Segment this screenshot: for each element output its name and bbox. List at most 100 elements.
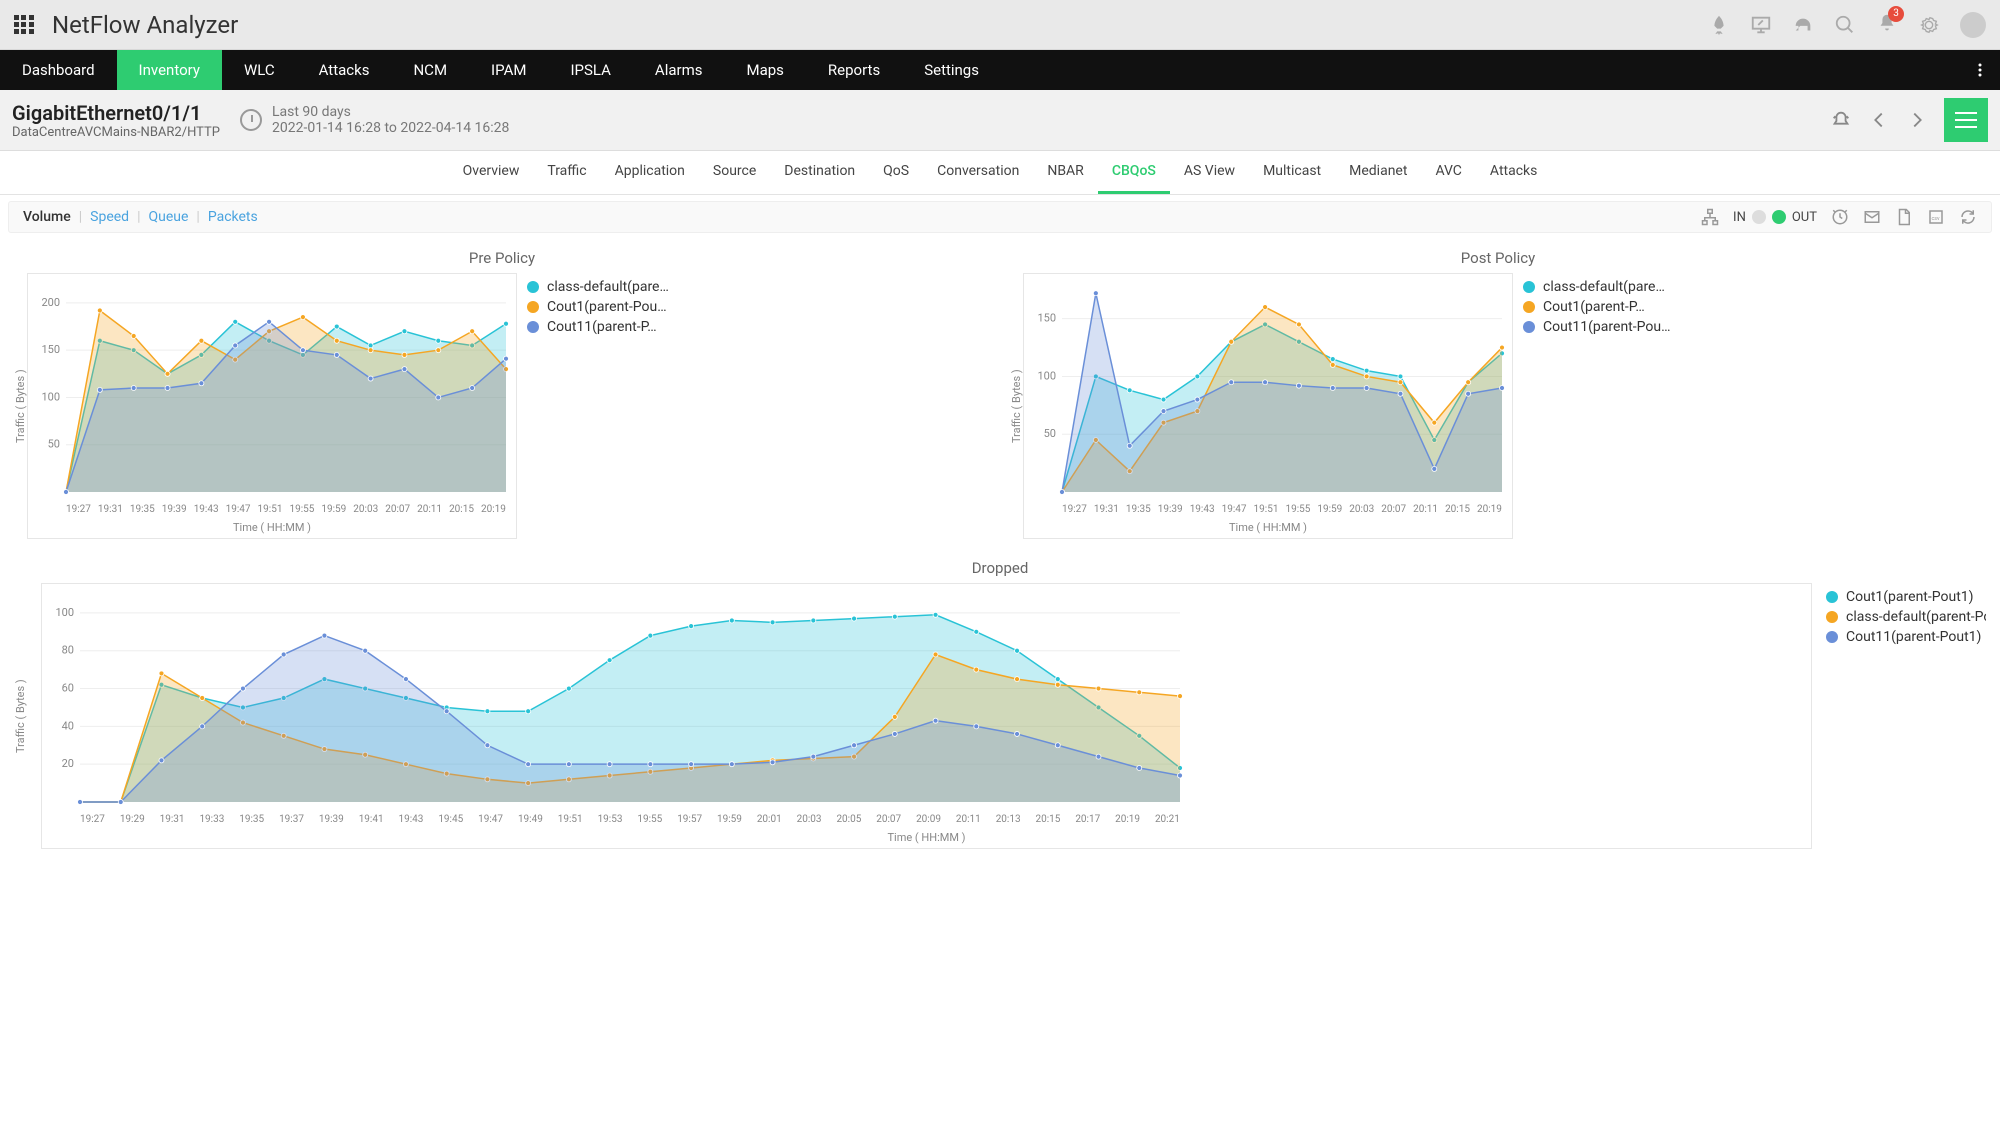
dropped-legend: Cout1(parent-Pout1) class-default(parent-…: [1826, 583, 1986, 849]
schedule-icon[interactable]: [1831, 208, 1849, 226]
post-policy-chart: Post Policy Traffic ( Bytes ) 50100150 1…: [1010, 249, 1986, 539]
out-indicator: [1772, 210, 1786, 224]
filter-bar: Volume | Speed | Queue | Packets IN OUT …: [8, 201, 1992, 233]
chart-title: Dropped: [14, 559, 1986, 577]
gear-icon[interactable]: [1918, 14, 1940, 36]
post-policy-legend: class-default(pare… Cout1(parent-P… Cout11…: [1523, 273, 1670, 539]
nav-wlc[interactable]: WLC: [222, 50, 297, 90]
presentation-icon[interactable]: [1750, 14, 1772, 36]
legend-label: Cout1(parent-Pou…: [547, 299, 667, 315]
tab-qos[interactable]: QoS: [869, 151, 923, 194]
alert-icon[interactable]: [1830, 109, 1852, 131]
svg-text:40: 40: [62, 719, 74, 732]
tab-nbar[interactable]: NBAR: [1033, 151, 1097, 194]
user-avatar[interactable]: [1960, 12, 1986, 38]
in-indicator: [1752, 210, 1766, 224]
nav-reports[interactable]: Reports: [806, 50, 902, 90]
detail-tabs: OverviewTrafficApplicationSourceDestinat…: [0, 151, 2000, 195]
legend-item[interactable]: Cout11(parent-Pout1): [1826, 629, 1986, 645]
tab-traffic[interactable]: Traffic: [533, 151, 600, 194]
headset-icon[interactable]: [1792, 14, 1814, 36]
tab-conversation[interactable]: Conversation: [923, 151, 1033, 194]
overflow-menu-icon[interactable]: [1960, 50, 2000, 90]
legend-label: class-default(parent-Pout1): [1846, 609, 1986, 625]
tab-overview[interactable]: Overview: [449, 151, 534, 194]
legend-item[interactable]: Cout1(parent-Pout1): [1826, 589, 1986, 605]
svg-text:100: 100: [1037, 369, 1056, 382]
time-range-label[interactable]: Last 90 days: [272, 104, 509, 120]
tab-source[interactable]: Source: [699, 151, 770, 194]
pre-policy-chart: Pre Policy Traffic ( Bytes ) 50 100 150 200…: [14, 249, 990, 539]
legend-item[interactable]: Cout1(parent-P…: [1523, 299, 1670, 315]
legend-item[interactable]: class-default(parent-Pout1): [1826, 609, 1986, 625]
svg-text:200: 200: [41, 296, 60, 309]
legend-item[interactable]: Cout1(parent-Pou…: [527, 299, 669, 315]
refresh-icon[interactable]: [1959, 208, 1977, 226]
tab-medianet[interactable]: Medianet: [1335, 151, 1421, 194]
app-title: NetFlow Analyzer: [52, 11, 238, 39]
interface-path: DataCentreAVCMains-NBAR2/HTTP: [12, 125, 220, 140]
nav-ipsla[interactable]: IPSLA: [548, 50, 632, 90]
hierarchy-icon[interactable]: [1701, 208, 1719, 226]
filter-packets[interactable]: Packets: [208, 209, 258, 225]
nav-alarms[interactable]: Alarms: [633, 50, 725, 90]
nav-attacks[interactable]: Attacks: [297, 50, 392, 90]
top-bar: NetFlow Analyzer 3: [0, 0, 2000, 50]
chart-title: Post Policy: [1010, 249, 1986, 267]
notifications-button[interactable]: 3: [1876, 12, 1898, 38]
legend-label: Cout1(parent-P…: [1543, 299, 1645, 315]
pre-policy-legend: class-default(pare… Cout1(parent-Pou… Cout…: [527, 273, 669, 539]
legend-item[interactable]: class-default(pare…: [1523, 279, 1670, 295]
direction-toggle[interactable]: IN OUT: [1733, 210, 1817, 225]
post-policy-plot[interactable]: 50100150: [1028, 278, 1508, 498]
svg-text:150: 150: [1037, 312, 1056, 325]
legend-label: class-default(pare…: [547, 279, 669, 295]
nav-inventory[interactable]: Inventory: [117, 50, 222, 90]
y-axis-label: Traffic ( Bytes ): [14, 583, 27, 849]
filter-speed[interactable]: Speed: [90, 209, 129, 225]
panel-menu-button[interactable]: [1944, 98, 1988, 142]
nav-settings[interactable]: Settings: [902, 50, 1001, 90]
dropped-plot[interactable]: 20406080100: [46, 588, 1186, 808]
filter-queue[interactable]: Queue: [148, 209, 188, 225]
next-button[interactable]: [1906, 109, 1928, 131]
search-icon[interactable]: [1834, 14, 1856, 36]
nav-dashboard[interactable]: Dashboard: [0, 50, 117, 90]
main-nav: DashboardInventoryWLCAttacksNCMIPAMIPSLA…: [0, 50, 2000, 90]
svg-text:50: 50: [48, 438, 60, 451]
context-header: GigabitEthernet0/1/1 DataCentreAVCMains-…: [0, 90, 2000, 151]
legend-label: Cout1(parent-Pout1): [1846, 589, 1974, 605]
y-axis-label: Traffic ( Bytes ): [1010, 273, 1023, 539]
legend-item[interactable]: Cout11(parent-Pou…: [1523, 319, 1670, 335]
tab-cbqos[interactable]: CBQoS: [1098, 151, 1170, 194]
y-axis-label: Traffic ( Bytes ): [14, 273, 27, 539]
chart-title: Pre Policy: [14, 249, 990, 267]
nav-ncm[interactable]: NCM: [391, 50, 469, 90]
legend-label: class-default(pare…: [1543, 279, 1665, 295]
tab-attacks[interactable]: Attacks: [1476, 151, 1551, 194]
legend-item[interactable]: Cout11(parent-P…: [527, 319, 669, 335]
tab-destination[interactable]: Destination: [770, 151, 869, 194]
tab-as-view[interactable]: AS View: [1170, 151, 1249, 194]
tab-multicast[interactable]: Multicast: [1249, 151, 1335, 194]
filter-volume[interactable]: Volume: [23, 209, 71, 225]
x-axis-label: Time ( HH:MM ): [46, 831, 1807, 844]
legend-item[interactable]: class-default(pare…: [527, 279, 669, 295]
svg-text:150: 150: [41, 343, 60, 356]
svg-text:100: 100: [41, 390, 60, 403]
nav-ipam[interactable]: IPAM: [469, 50, 548, 90]
rocket-icon[interactable]: [1708, 14, 1730, 36]
pre-policy-plot[interactable]: 50 100 150 200: [32, 278, 512, 498]
previous-button[interactable]: [1868, 109, 1890, 131]
tab-avc[interactable]: AVC: [1421, 151, 1475, 194]
apps-launcher-icon[interactable]: [14, 15, 34, 35]
nav-maps[interactable]: Maps: [725, 50, 806, 90]
csv-export-icon[interactable]: csv: [1927, 208, 1945, 226]
top-bar-actions: 3: [1708, 12, 1986, 38]
interface-title: GigabitEthernet0/1/1: [12, 101, 220, 125]
tab-application[interactable]: Application: [601, 151, 699, 194]
svg-text:60: 60: [62, 682, 74, 695]
pdf-export-icon[interactable]: [1895, 208, 1913, 226]
notification-badge: 3: [1888, 6, 1904, 22]
mail-icon[interactable]: [1863, 208, 1881, 226]
